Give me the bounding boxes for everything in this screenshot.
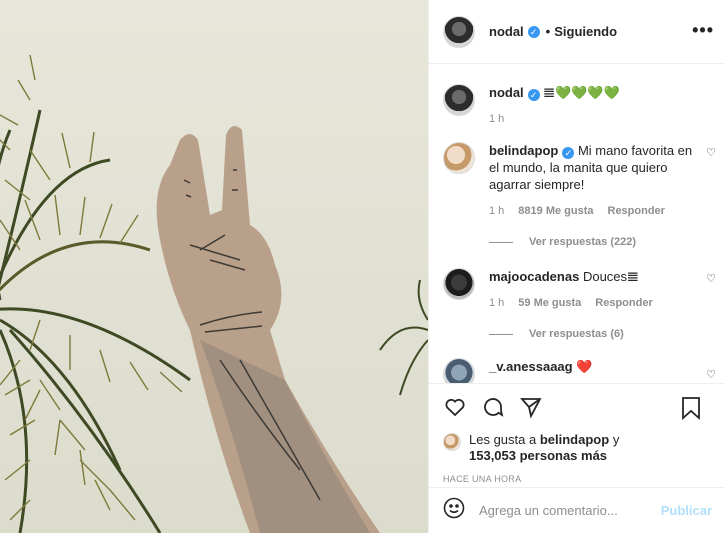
replies-divider: [489, 241, 513, 243]
comment-item: belindapop ✓ Mi mano favorita en el mundo…: [443, 142, 716, 220]
author-avatar[interactable]: [443, 15, 475, 48]
more-options-icon[interactable]: •••: [692, 20, 714, 41]
reply-button[interactable]: Responder: [608, 203, 665, 220]
caption-username[interactable]: nodal: [489, 85, 524, 100]
liked-by-others[interactable]: 153,053 personas más: [469, 448, 607, 463]
commenter-username[interactable]: majoocadenas: [489, 269, 579, 284]
replies-divider: [489, 333, 513, 335]
bookmark-icon[interactable]: [680, 396, 702, 425]
like-comment-heart-icon[interactable]: ♡: [706, 272, 716, 285]
separator-dot: •: [545, 24, 551, 39]
action-bar: [443, 392, 708, 426]
like-comment-heart-icon[interactable]: ♡: [706, 146, 716, 159]
commenter-avatar[interactable]: [443, 142, 475, 174]
post-side-panel: nodal ✓ • Siguiendo ••• nodal ✓ 𝌆💚💚💚💚 1 h: [428, 0, 724, 533]
liker-avatar[interactable]: [443, 433, 461, 451]
caption-avatar[interactable]: [443, 84, 475, 116]
post-timestamp[interactable]: HACE UNA HORA: [443, 474, 708, 484]
commenter-username[interactable]: _v.anessaaag: [489, 359, 573, 374]
comment-time[interactable]: 1 h: [489, 295, 504, 312]
comment-item: _v.anessaaag ❤️ ♡: [443, 358, 716, 383]
follow-status-button[interactable]: Siguiendo: [554, 24, 617, 39]
caption-time[interactable]: 1 h: [489, 111, 504, 128]
liked-by-joiner: y: [612, 432, 620, 447]
like-comment-heart-icon[interactable]: ♡: [706, 368, 716, 381]
liked-by: Les gusta a belindapop y 153,053 persona…: [443, 432, 708, 464]
liked-by-prefix: Les gusta a: [469, 432, 537, 447]
comments-list[interactable]: nodal ✓ 𝌆💚💚💚💚 1 h belindapop ✓ Mi mano fav…: [429, 64, 724, 383]
reply-button[interactable]: Responder: [595, 295, 652, 312]
comment-item: majoocadenas Douces𝌆 1 h 59 Me gusta Res…: [443, 268, 716, 312]
view-replies[interactable]: Ver respuestas (6): [489, 328, 708, 340]
comment-text: Douces𝌆: [582, 269, 639, 284]
caption: nodal ✓ 𝌆💚💚💚💚 1 h: [443, 84, 708, 128]
author-username[interactable]: nodal: [489, 24, 524, 39]
post-photo[interactable]: [0, 0, 428, 533]
view-replies-label[interactable]: Ver respuestas (6): [529, 328, 624, 340]
share-icon[interactable]: [519, 395, 543, 424]
add-comment-bar: Agrega un comentario... Publicar: [429, 487, 724, 533]
liked-by-user[interactable]: belindapop: [540, 432, 609, 447]
commenter-avatar[interactable]: [443, 268, 475, 300]
caption-meta: 1 h: [489, 111, 694, 128]
emoji-icon[interactable]: [443, 497, 465, 525]
verified-badge-icon: ✓: [527, 25, 540, 38]
liked-by-text: Les gusta a belindapop y 153,053 persona…: [469, 432, 619, 464]
view-replies[interactable]: Ver respuestas (222): [489, 236, 708, 248]
verified-badge-icon: ✓: [562, 147, 575, 159]
caption-text: 𝌆💚💚💚💚: [543, 85, 620, 100]
view-replies-label[interactable]: Ver respuestas (222): [529, 236, 636, 248]
commenter-avatar[interactable]: [443, 358, 475, 383]
verified-badge-icon: ✓: [527, 89, 540, 101]
commenter-username[interactable]: belindapop: [489, 143, 558, 158]
heart-icon[interactable]: [443, 395, 467, 424]
photo-illustration: [0, 0, 428, 533]
comment-likes[interactable]: 8819 Me gusta: [518, 203, 593, 220]
comment-meta: 1 h 8819 Me gusta Responder: [489, 203, 694, 220]
comment-time[interactable]: 1 h: [489, 203, 504, 220]
comment-text: ❤️: [576, 359, 593, 374]
comment-likes[interactable]: 59 Me gusta: [518, 295, 581, 312]
instagram-post-modal: nodal ✓ • Siguiendo ••• nodal ✓ 𝌆💚💚💚💚 1 h: [0, 0, 724, 533]
publish-button[interactable]: Publicar: [661, 503, 712, 518]
comment-input[interactable]: Agrega un comentario...: [479, 503, 661, 518]
post-header: nodal ✓ • Siguiendo •••: [429, 0, 724, 64]
comment-meta: 1 h 59 Me gusta Responder: [489, 295, 694, 312]
comment-icon[interactable]: [481, 395, 505, 424]
